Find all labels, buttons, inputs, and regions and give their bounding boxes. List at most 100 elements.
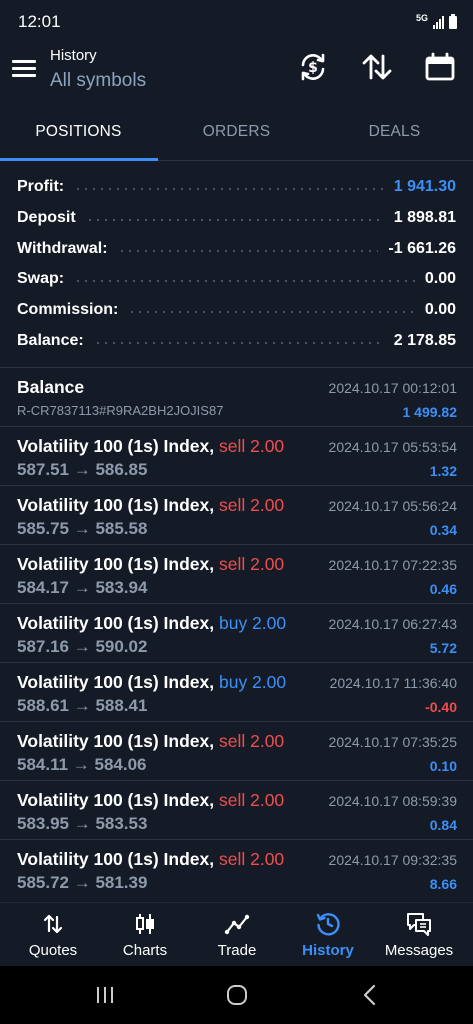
deal-symbol: Volatility 100 (1s) Index, — [17, 554, 215, 574]
summary-value: 2 178.85 — [393, 332, 456, 349]
summary-label: Swap: — [17, 270, 65, 287]
deal-title: Volatility 100 (1s) Index, sell 2.00 — [17, 790, 284, 811]
back-icon[interactable] — [355, 982, 385, 1008]
deal-row[interactable]: Volatility 100 (1s) Index, sell 2.00 584… — [0, 722, 473, 781]
deal-time: 2024.10.17 09:32:35 — [328, 852, 457, 868]
dotted-leader — [117, 250, 379, 252]
deal-prices: 585.72 → 581.39 — [17, 873, 148, 892]
deal-side: sell 2.00 — [218, 790, 285, 810]
deal-symbol: Volatility 100 (1s) Index, — [17, 613, 215, 633]
summary-value: 1 898.81 — [393, 209, 456, 226]
nav-history[interactable]: History — [289, 903, 367, 967]
deal-symbol: Volatility 100 (1s) Index, — [17, 849, 215, 869]
summary-label: Deposit — [17, 209, 76, 226]
balance-title: Balance — [17, 377, 85, 397]
history-icon — [316, 913, 340, 936]
deal-time: 2024.10.17 05:53:54 — [328, 439, 457, 455]
summary-row-commission: Commission: 0.00 — [17, 295, 456, 325]
deal-time: 2024.10.17 11:36:40 — [329, 675, 457, 691]
signal-icon — [433, 15, 444, 29]
nav-charts[interactable]: Charts — [106, 903, 184, 967]
deal-row[interactable]: Volatility 100 (1s) Index, sell 2.00 584… — [0, 545, 473, 604]
deal-prices: 584.11 → 584.06 — [17, 755, 147, 774]
deal-title: Volatility 100 (1s) Index, sell 2.00 — [17, 436, 284, 457]
deal-row[interactable]: Volatility 100 (1s) Index, sell 2.00 587… — [0, 427, 473, 486]
dotted-leader — [128, 311, 415, 313]
recent-apps-icon[interactable] — [90, 982, 120, 1008]
deal-row[interactable]: Volatility 100 (1s) Index, buy 2.00 587.… — [0, 604, 473, 663]
deal-symbol: Volatility 100 (1s) Index, — [17, 436, 215, 456]
deal-profit: 8.66 — [429, 876, 457, 892]
nav-trade[interactable]: Trade — [198, 903, 276, 967]
svg-text:$: $ — [308, 60, 318, 76]
nav-label: History — [302, 942, 354, 959]
nav-label: Messages — [384, 942, 454, 959]
status-icons: 5G — [416, 11, 457, 29]
deal-prices: 588.61 → 588.41 — [17, 696, 148, 715]
deal-title: Volatility 100 (1s) Index, sell 2.00 — [17, 849, 284, 870]
deal-time: 2024.10.17 00:12:01 — [328, 380, 457, 396]
deal-side: sell 2.00 — [218, 849, 285, 869]
balance-comment: R-CR7837113#R9RA2BH2JOJIS87 — [17, 403, 224, 418]
tab-deals[interactable]: DEALS — [316, 103, 473, 161]
currency-sync-icon[interactable]: $ — [296, 50, 330, 84]
deal-prices: 583.95 → 583.53 — [17, 814, 148, 833]
summary-row-swap: Swap: 0.00 — [17, 264, 456, 294]
symbol-filter[interactable]: All symbols — [50, 70, 146, 92]
balance-operation-row[interactable]: Balance R-CR7837113#R9RA2BH2JOJIS87 2024… — [0, 368, 473, 427]
status-time: 12:01 — [18, 12, 61, 31]
summary-value: 0.00 — [424, 301, 456, 318]
deal-time: 2024.10.17 08:59:39 — [328, 793, 457, 809]
deal-profit: 0.84 — [429, 817, 457, 833]
deal-title: Volatility 100 (1s) Index, buy 2.00 — [17, 672, 286, 693]
deal-profit: 0.46 — [429, 581, 457, 597]
deal-side: buy 2.00 — [218, 672, 287, 692]
deal-row[interactable]: Volatility 100 (1s) Index, sell 2.00 585… — [0, 840, 473, 899]
dotted-leader — [85, 219, 384, 221]
deal-row[interactable]: Volatility 100 (1s) Index, sell 2.00 583… — [0, 781, 473, 840]
status-bar: 12:01 5G — [0, 0, 473, 40]
deal-row[interactable]: Volatility 100 (1s) Index, sell 2.00 585… — [0, 486, 473, 545]
bottom-navigation: Quotes Charts Trade History Messages — [0, 902, 473, 966]
dotted-leader — [74, 280, 415, 282]
dotted-leader — [74, 188, 384, 190]
sort-icon[interactable] — [360, 50, 394, 84]
summary-row-profit: Profit: 1 941.30 — [17, 172, 456, 202]
summary-value: 1 941.30 — [393, 178, 456, 195]
summary-value: 0.00 — [424, 270, 456, 287]
calendar-icon[interactable] — [423, 50, 457, 84]
nav-quotes[interactable]: Quotes — [14, 903, 92, 967]
home-icon[interactable] — [222, 982, 252, 1008]
deal-title: Volatility 100 (1s) Index, sell 2.00 — [17, 554, 284, 575]
menu-icon[interactable] — [12, 56, 38, 80]
deal-profit: 1 499.82 — [402, 404, 458, 420]
deal-profit: -0.40 — [425, 699, 457, 715]
deal-symbol: Volatility 100 (1s) Index, — [17, 731, 215, 751]
nav-label: Quotes — [28, 942, 78, 959]
deal-profit: 1.32 — [429, 463, 457, 479]
deal-time: 2024.10.17 07:22:35 — [328, 557, 457, 573]
deal-symbol: Volatility 100 (1s) Index, — [17, 672, 215, 692]
deal-title: Volatility 100 (1s) Index, sell 2.00 — [17, 495, 284, 516]
deal-prices: 587.16 → 590.02 — [17, 637, 148, 656]
summary-label: Profit: — [17, 178, 65, 195]
summary-label: Commission: — [17, 301, 119, 318]
summary-row-withdrawal: Withdrawal: -1 661.26 — [17, 234, 456, 264]
dotted-leader — [93, 342, 384, 344]
deal-side: sell 2.00 — [218, 436, 285, 456]
deal-time: 2024.10.17 07:35:25 — [328, 734, 457, 750]
summary-label: Withdrawal: — [17, 240, 108, 257]
deal-prices: 585.75 → 585.58 — [17, 519, 148, 538]
tab-orders[interactable]: ORDERS — [158, 103, 315, 161]
nav-messages[interactable]: Messages — [376, 903, 462, 967]
tab-positions[interactable]: POSITIONS — [0, 103, 157, 161]
deal-symbol: Volatility 100 (1s) Index, — [17, 495, 215, 515]
network-type-label: 5G — [415, 13, 428, 23]
nav-label: Trade — [217, 942, 257, 959]
trade-icon — [224, 914, 250, 935]
summary-row-deposit: Deposit 1 898.81 — [17, 203, 456, 233]
summary-label: Balance: — [17, 332, 84, 349]
deal-row[interactable]: Volatility 100 (1s) Index, buy 2.00 588.… — [0, 663, 473, 722]
active-tab-indicator — [0, 158, 158, 161]
deal-side: sell 2.00 — [218, 731, 285, 751]
